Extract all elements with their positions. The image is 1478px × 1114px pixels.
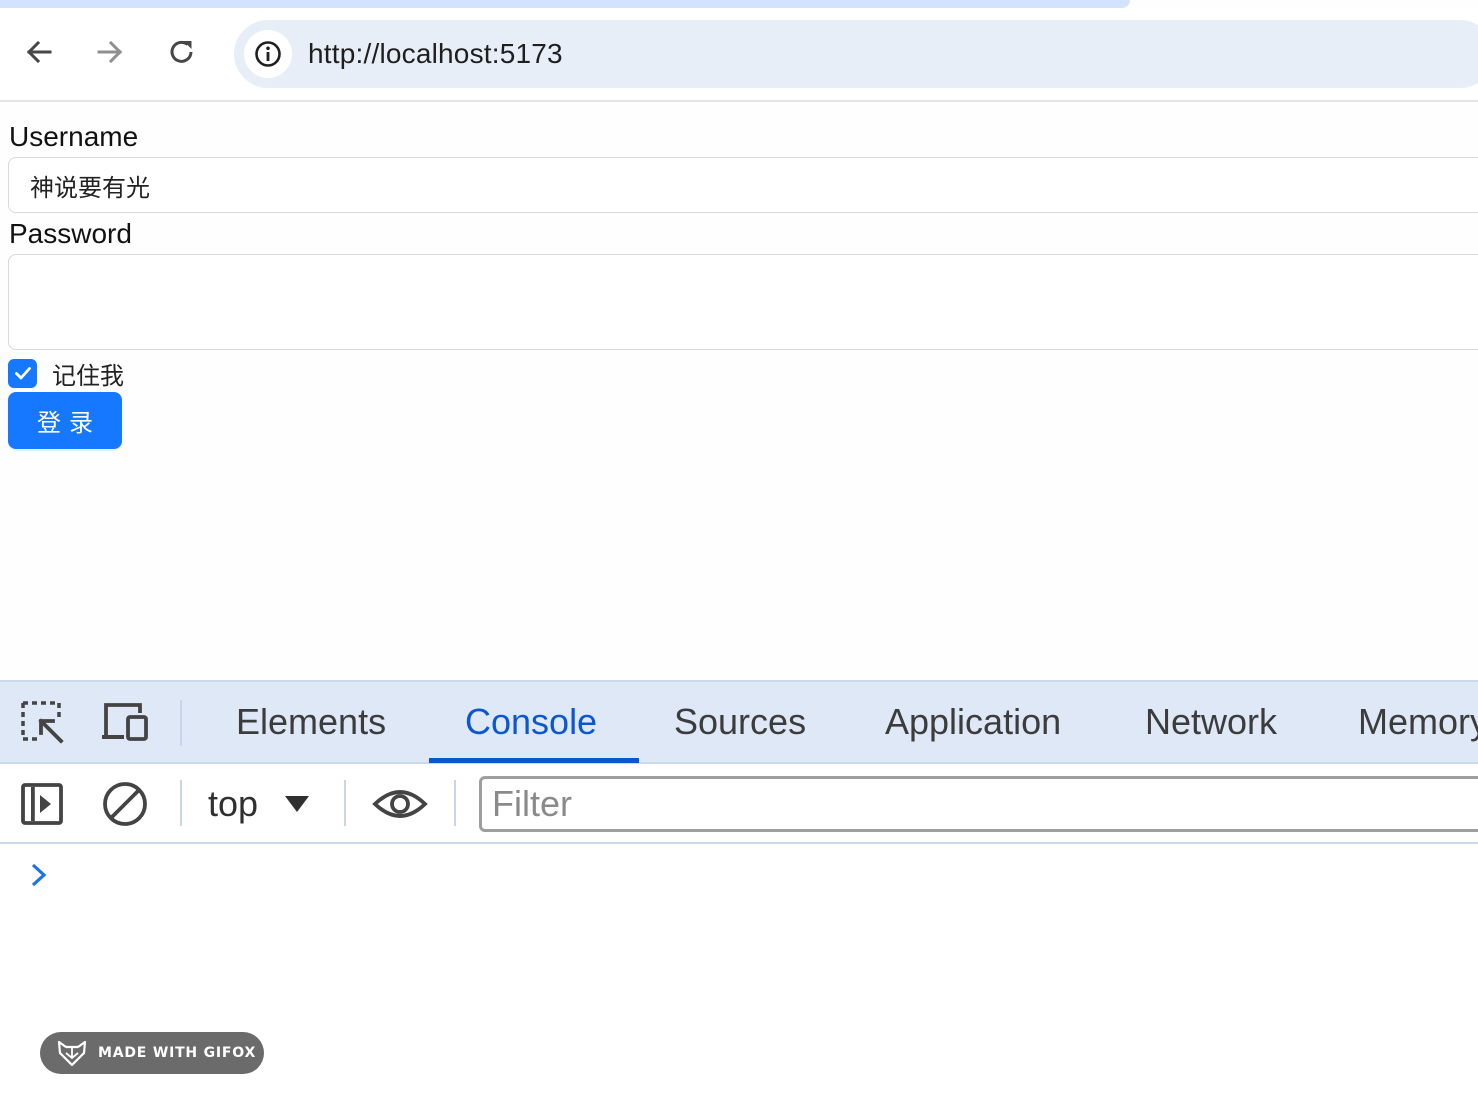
password-input[interactable]: [8, 254, 1478, 350]
show-sidebar-button[interactable]: [17, 779, 67, 829]
inspect-element-icon: [21, 701, 64, 744]
reload-button[interactable]: [160, 30, 204, 74]
checkmark-icon: [14, 367, 31, 380]
context-selector[interactable]: top: [208, 776, 310, 832]
dropdown-arrow-icon: [285, 796, 310, 812]
inspect-element-button[interactable]: [17, 697, 67, 747]
sidebar-toggle-icon: [21, 783, 63, 825]
clear-console-button[interactable]: [100, 779, 150, 829]
tab-elements[interactable]: Elements: [236, 682, 386, 762]
remember-me-checkbox[interactable]: [8, 358, 37, 388]
username-label: Username: [9, 121, 139, 152]
console-prompt-chevron-icon: [31, 863, 47, 887]
site-info-button[interactable]: [244, 30, 292, 78]
tab-network[interactable]: Network: [1145, 682, 1277, 762]
browser-toolbar: http://localhost:5173: [0, 8, 1478, 100]
clear-console-icon: [103, 782, 147, 826]
tabbar-separator: [180, 700, 182, 746]
console-filter-input[interactable]: Filter: [479, 776, 1478, 832]
username-input[interactable]: 神说要有光: [8, 157, 1478, 213]
device-toggle-icon: [102, 703, 148, 741]
url-text[interactable]: http://localhost:5173: [308, 20, 563, 88]
arrow-left-icon: [26, 40, 52, 64]
tab-sources[interactable]: Sources: [674, 682, 806, 762]
login-button[interactable]: 登录: [8, 392, 122, 449]
eye-icon: [372, 790, 428, 818]
toolbar-divider: [0, 100, 1478, 102]
back-button[interactable]: [17, 30, 61, 74]
active-tab-indicator: [429, 758, 639, 763]
console-toolbar-separator: [344, 780, 346, 826]
context-label: top: [208, 783, 259, 824]
address-bar[interactable]: http://localhost:5173: [234, 20, 1478, 88]
username-value: 神说要有光: [30, 173, 150, 202]
arrow-right-icon: [97, 40, 123, 64]
console-toolbar-separator: [454, 780, 456, 826]
tab-console[interactable]: Console: [465, 682, 597, 762]
watermark-text: MADE WITH GIFOX: [98, 1045, 257, 1061]
remember-me-label[interactable]: 记住我: [52, 356, 124, 391]
devtools-tabbar: Elements Console Sources Application Net…: [0, 680, 1478, 764]
tab-memory[interactable]: Memory: [1358, 682, 1478, 762]
remember-me-row[interactable]: 记住我: [8, 356, 124, 391]
filter-placeholder: Filter: [492, 783, 572, 824]
tab-strip: [0, 0, 1130, 8]
console-toolbar: top Filter: [0, 764, 1478, 844]
console-toolbar-separator: [180, 780, 182, 826]
password-label: Password: [9, 218, 132, 249]
tab-application[interactable]: Application: [885, 682, 1061, 762]
reload-icon: [170, 40, 193, 63]
forward-button[interactable]: [88, 30, 132, 74]
live-expression-button[interactable]: [372, 779, 428, 829]
info-icon: [255, 41, 281, 67]
fox-logo-icon: [57, 1040, 87, 1067]
device-toolbar-button[interactable]: [100, 697, 150, 747]
gifox-watermark: MADE WITH GIFOX: [40, 1032, 264, 1074]
